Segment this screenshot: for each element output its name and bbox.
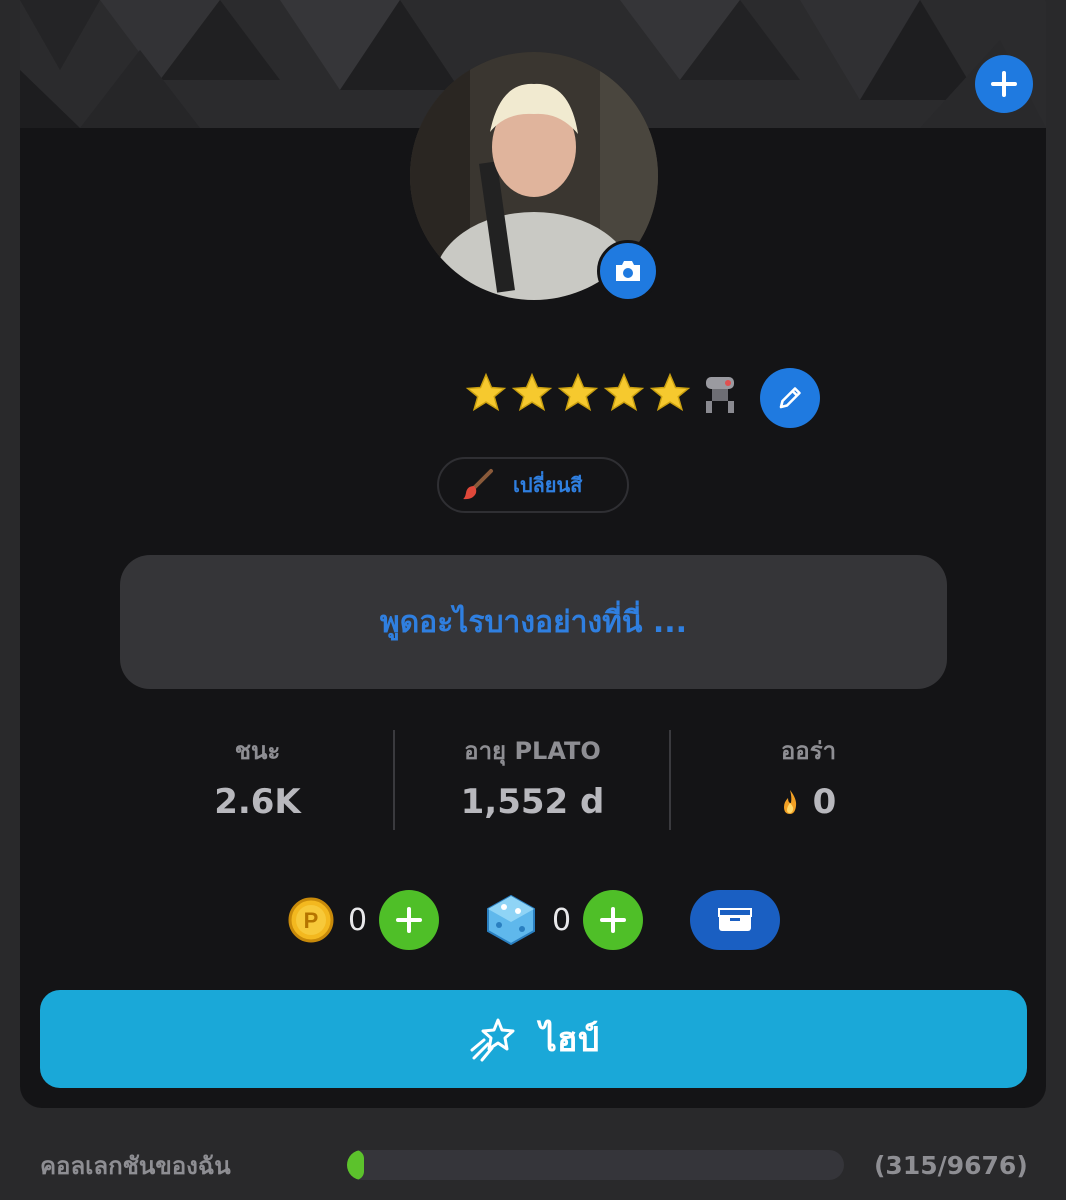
edit-profile-button[interactable]: [760, 368, 820, 428]
change-color-label: เปลี่ยนสี: [513, 473, 583, 497]
wallet-button[interactable]: [690, 890, 780, 950]
hype-button[interactable]: ไฮป์: [40, 990, 1027, 1088]
rating-stars: [464, 366, 742, 420]
status-placeholder: พูดอะไรบางอย่างที่นี่ ...: [379, 604, 688, 640]
change-color-button[interactable]: เปลี่ยนสี: [437, 457, 629, 513]
wallet-icon: [718, 908, 752, 931]
gem-balance: 0: [484, 888, 644, 952]
collection-count: (315/9676): [874, 1151, 1028, 1180]
stat-label: ชนะ: [234, 737, 281, 765]
star-icon: [649, 372, 691, 412]
status-input[interactable]: พูดอะไรบางอย่างที่นี่ ...: [120, 555, 947, 689]
camera-icon: [616, 261, 640, 281]
stat-aura: ออร่า 0: [671, 730, 946, 832]
stat-wins: ชนะ 2.6K: [120, 730, 395, 832]
dice-gem-icon: [487, 894, 535, 946]
add-coins-button[interactable]: [379, 890, 440, 950]
stat-plato-age: อายุ PLATO 1,552 d: [395, 730, 670, 832]
stat-label: ออร่า: [780, 737, 837, 765]
coin-balance: P 0: [288, 888, 440, 952]
stat-label: อายุ PLATO: [464, 737, 601, 765]
collection-progress-bar: [347, 1150, 844, 1180]
hype-label: ไฮป์: [539, 1020, 600, 1060]
star-icon: [511, 372, 553, 412]
shooting-star-icon: [470, 1018, 515, 1062]
stat-value: 2.6K: [214, 782, 301, 822]
star-icon: [557, 372, 599, 412]
paintbrush-icon: [463, 469, 493, 500]
plus-icon: [991, 71, 1017, 97]
add-gems-button[interactable]: [583, 890, 644, 950]
collection-label: คอลเลกชันของฉัน: [40, 1152, 231, 1180]
add-button[interactable]: [975, 55, 1033, 113]
p-coin-icon: P: [288, 897, 334, 943]
coin-count: 0: [348, 902, 368, 938]
change-avatar-button[interactable]: [597, 240, 659, 302]
plus-icon: [396, 907, 423, 933]
stat-value: 1,552 d: [460, 782, 605, 822]
plus-icon: [600, 907, 627, 933]
flame-icon: [783, 790, 796, 814]
star-icon: [603, 372, 645, 412]
star-icon: [465, 372, 507, 412]
stat-value: 0: [812, 782, 837, 822]
collection-progress-fill: [347, 1150, 364, 1180]
robot-badge-icon: [706, 377, 734, 413]
pencil-icon: [779, 387, 801, 409]
gem-count: 0: [552, 902, 572, 938]
svg-text:P: P: [304, 908, 319, 933]
